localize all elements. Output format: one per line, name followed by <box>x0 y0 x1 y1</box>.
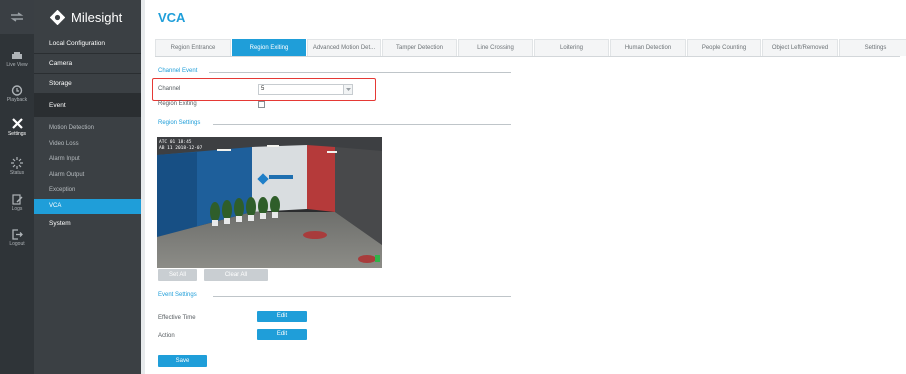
osd-line-1: ATC 01 18:45 <box>159 140 192 145</box>
channel-event-divider <box>209 72 511 73</box>
menu-toggle[interactable] <box>0 0 34 34</box>
camera-preview[interactable]: ATC 01 18:45 AB 11 2018-12-07 <box>157 137 382 268</box>
icon-rail: Live View Playback Settings Status Logs … <box>0 0 34 374</box>
osd-line-2: AB 11 2018-12-07 <box>159 146 203 151</box>
rail-live-view[interactable]: Live View <box>0 52 34 68</box>
region-exiting-checkbox[interactable] <box>258 101 265 108</box>
channel-select-value: 5 <box>261 86 265 92</box>
logout-icon <box>11 229 23 240</box>
event-settings-divider <box>213 296 511 297</box>
event-settings-heading: Event Settings <box>158 292 197 298</box>
sidebar-item-storage[interactable]: Storage <box>34 74 141 94</box>
tab-region-exiting[interactable]: Region Exiting <box>232 39 306 56</box>
sidebar-item-exception[interactable]: Exception <box>34 183 141 199</box>
swap-arrows-icon <box>10 12 24 22</box>
app-window: Live View Playback Settings Status Logs … <box>0 0 906 374</box>
rail-status[interactable]: Status <box>0 157 34 176</box>
camera-scene-image <box>157 137 382 268</box>
rail-status-label: Status <box>9 170 25 176</box>
sidebar: Milesight Local Configuration Camera Sto… <box>34 0 141 374</box>
sidebar-item-system[interactable]: System <box>34 214 141 234</box>
rail-logs-label: Logs <box>11 206 23 212</box>
rail-logs[interactable]: Logs <box>0 194 34 212</box>
rail-playback[interactable]: Playback <box>0 85 34 103</box>
brand-name: Milesight <box>71 9 123 25</box>
rail-logout[interactable]: Logout <box>0 229 34 247</box>
playback-icon <box>11 85 23 96</box>
rail-logout-label: Logout <box>9 241 25 247</box>
sidebar-item-video-loss[interactable]: Video Loss <box>34 137 141 153</box>
tab-region-entrance[interactable]: Region Entrance <box>155 39 231 56</box>
effective-time-edit-button[interactable]: Edit <box>257 311 307 322</box>
effective-time-label: Effective Time <box>158 315 196 321</box>
tab-object-left-removed[interactable]: Object Left/Removed <box>762 39 838 56</box>
tab-line-crossing[interactable]: Line Crossing <box>458 39 533 56</box>
tab-advanced-motion-detection[interactable]: Advanced Motion Det... <box>307 39 381 56</box>
sidebar-item-alarm-output[interactable]: Alarm Output <box>34 168 141 184</box>
channel-event-heading: Channel Event <box>158 68 198 74</box>
rail-playback-label: Playback <box>6 97 28 103</box>
region-settings-heading: Region Settings <box>158 120 201 126</box>
chevron-down-icon <box>343 85 352 94</box>
logs-icon <box>11 194 22 205</box>
rail-settings-label: Settings <box>7 131 27 137</box>
page-title: VCA <box>158 10 186 25</box>
sidebar-item-vca[interactable]: VCA <box>34 198 141 214</box>
action-label: Action <box>158 333 175 339</box>
rail-live-view-label: Live View <box>6 62 28 68</box>
tab-loitering[interactable]: Loitering <box>534 39 609 56</box>
region-exiting-label: Region Exiting <box>158 101 197 107</box>
milesight-logo-icon <box>50 9 65 25</box>
channel-label: Channel <box>158 86 181 92</box>
region-settings-divider <box>213 124 511 125</box>
live-view-icon <box>12 52 22 59</box>
settings-icon <box>11 118 23 129</box>
brand-logo: Milesight <box>34 0 141 34</box>
save-button[interactable]: Save <box>158 355 207 367</box>
tab-settings[interactable]: Settings <box>839 39 906 56</box>
clear-all-button[interactable]: Clear All <box>204 269 268 281</box>
action-edit-button[interactable]: Edit <box>257 329 307 340</box>
set-all-button[interactable]: Set All <box>158 269 197 281</box>
tab-people-counting[interactable]: People Counting <box>687 39 761 56</box>
tab-bar: Region Entrance Region Exiting Advanced … <box>155 39 906 57</box>
sidebar-item-event[interactable]: Event <box>34 94 141 117</box>
sidebar-item-local-configuration[interactable]: Local Configuration <box>34 34 141 54</box>
channel-select[interactable]: 5 <box>258 84 353 95</box>
tab-tamper-detection[interactable]: Tamper Detection <box>382 39 457 56</box>
status-icon <box>11 157 23 169</box>
sidebar-item-alarm-input[interactable]: Alarm Input <box>34 152 141 168</box>
sidebar-item-camera[interactable]: Camera <box>34 54 141 74</box>
main-content: VCA Region Entrance Region Exiting Advan… <box>145 0 906 374</box>
tab-human-detection[interactable]: Human Detection <box>610 39 686 56</box>
rail-settings[interactable]: Settings <box>0 117 34 137</box>
sidebar-item-motion-detection[interactable]: Motion Detection <box>34 121 141 137</box>
